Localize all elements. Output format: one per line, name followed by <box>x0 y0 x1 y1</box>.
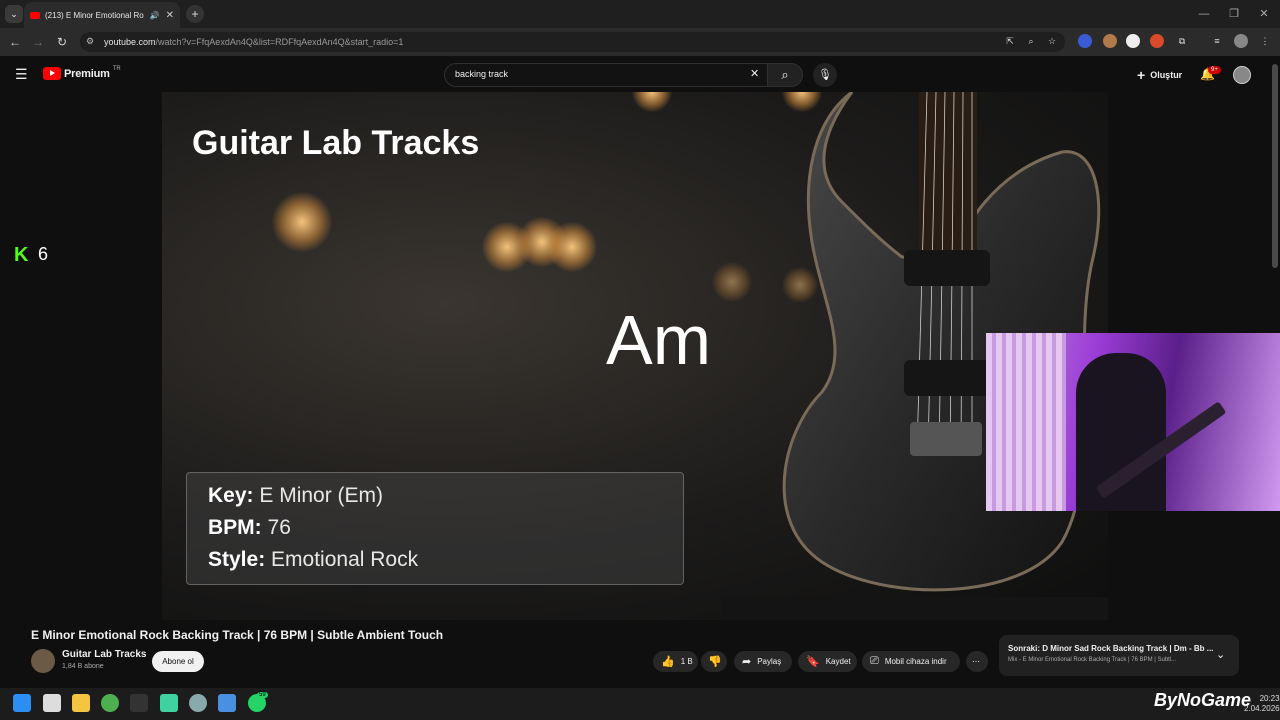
bookmark-icon: 🔖 <box>806 656 820 668</box>
download-button[interactable]: ⎚ Mobil cihaza indir <box>862 651 960 672</box>
clock-time: 20:23 <box>1259 694 1280 703</box>
share-button[interactable]: ➦ Paylaş <box>734 651 792 672</box>
forward-icon[interactable]: → <box>30 34 46 50</box>
bpm-label: BPM: <box>208 516 262 539</box>
video-title: E Minor Emotional Rock Backing Track | 7… <box>31 628 444 642</box>
speaker-icon[interactable]: 🔊 <box>150 11 160 20</box>
settings-gear-icon[interactable] <box>189 694 207 712</box>
share-icon: ➦ <box>742 656 752 668</box>
logo-text: Premium <box>64 67 110 80</box>
whatsapp-badge: 59 <box>257 692 268 698</box>
url-path: /watch?v=FfqAexdAn4Q&list=RDFfqAexdAn4Q&… <box>155 37 404 47</box>
region-code: TR <box>112 65 121 72</box>
style-value: Emotional Rock <box>271 548 419 571</box>
app-icon[interactable] <box>160 694 178 712</box>
chrome-icon[interactable] <box>101 694 119 712</box>
profile-avatar-icon[interactable] <box>1234 34 1248 48</box>
youtube-play-icon <box>43 67 61 80</box>
create-label: Oluştur <box>1150 70 1183 80</box>
youtube-logo[interactable]: Premium TR <box>43 65 121 80</box>
file-explorer-icon[interactable] <box>72 694 90 712</box>
webcam-overlay <box>986 333 1280 511</box>
account-avatar[interactable] <box>1233 66 1251 84</box>
close-window-icon[interactable]: ✕ <box>1248 0 1280 28</box>
voice-search-mic-icon[interactable]: 🎙 <box>813 63 837 87</box>
streamer-figure <box>1076 353 1166 511</box>
dislike-button[interactable]: 👎 <box>701 651 727 672</box>
key-value: E Minor (Em) <box>259 484 384 507</box>
bookmark-star-icon[interactable]: ☆ <box>1045 34 1059 48</box>
create-button[interactable]: + Oluştur <box>1137 67 1182 83</box>
channel-avatar[interactable] <box>31 649 55 673</box>
extensions-puzzle-icon[interactable]: ⧉ <box>1175 34 1189 48</box>
hamburger-menu-icon[interactable]: ☰ <box>15 66 28 83</box>
youtube-favicon-icon <box>30 11 40 19</box>
thumbs-down-icon: 👎 <box>708 656 722 668</box>
browser-tab-active[interactable]: (213) E Minor Emotional Ro 🔊 ✕ <box>24 2 180 28</box>
video-overlay-title: Guitar Lab Tracks <box>192 124 480 162</box>
clock-date: 2.04.2026 <box>1244 704 1280 713</box>
tab-title: (213) E Minor Emotional Ro <box>45 10 144 20</box>
current-chord: Am <box>606 301 711 379</box>
kick-logo-icon: K <box>14 244 29 266</box>
url-text[interactable]: youtube.com/watch?v=FfqAexdAn4Q&list=RDF… <box>104 37 403 47</box>
translate-extension-icon[interactable] <box>1078 34 1092 48</box>
clear-search-icon[interactable]: ✕ <box>750 67 759 80</box>
like-count: 1 B <box>680 657 693 666</box>
chevron-down-icon[interactable]: ⌄ <box>1216 648 1225 661</box>
channel-name[interactable]: Guitar Lab Tracks <box>62 649 146 660</box>
search-icon: ⌕ <box>781 67 789 82</box>
back-icon[interactable]: ← <box>7 34 23 50</box>
tab-close-icon[interactable]: ✕ <box>166 10 174 21</box>
bpm-line: BPM: 76 <box>208 516 291 540</box>
photos-icon[interactable] <box>218 694 236 712</box>
audio-app-icon[interactable] <box>130 694 148 712</box>
task-view-icon[interactable] <box>43 694 61 712</box>
maximize-icon[interactable]: ❐ <box>1218 0 1250 28</box>
install-app-icon[interactable]: ⇱ <box>1003 34 1017 48</box>
style-line: Style: Emotional Rock <box>208 548 418 572</box>
minimize-icon[interactable]: — <box>1188 0 1220 28</box>
search-query[interactable]: backing track <box>455 69 508 79</box>
key-label: Key: <box>208 484 254 507</box>
search-button[interactable]: ⌕ <box>767 63 803 87</box>
curtain <box>986 333 1066 511</box>
extension-icon[interactable] <box>1103 34 1117 48</box>
download-label: Mobil cihaza indir <box>884 657 947 666</box>
save-label: Kaydet <box>825 657 851 666</box>
extension-icon[interactable] <box>1150 34 1164 48</box>
subscriber-count: 1,84 B abone <box>62 663 104 670</box>
thumbs-up-icon: 👍 <box>661 656 675 668</box>
bynogame-watermark: ByNoGame <box>1154 690 1252 710</box>
download-device-icon: ⎚ <box>870 655 879 667</box>
notification-badge: 9+ <box>1208 66 1221 74</box>
site-info-icon[interactable]: ⚙ <box>86 36 94 47</box>
key-line: Key: E Minor (Em) <box>208 484 383 508</box>
like-button[interactable]: 👍 1 B <box>653 651 698 672</box>
up-next-card[interactable] <box>999 635 1239 676</box>
subscribe-button[interactable]: Abone ol <box>152 651 204 672</box>
bpm-value: 76 <box>267 516 291 539</box>
extension-icon[interactable] <box>1126 34 1140 48</box>
kick-viewer-count: 6 <box>38 244 49 264</box>
plus-icon: + <box>1137 67 1146 83</box>
browser-menu-icon[interactable]: ⋮ <box>1258 34 1272 48</box>
style-label: Style: <box>208 548 266 571</box>
reload-icon[interactable]: ↻ <box>54 34 70 50</box>
tab-search-chevron-icon[interactable]: ⌄ <box>5 5 23 23</box>
system-clock[interactable]: 20:23 2.04.2026 <box>1244 694 1280 714</box>
page-scrollbar[interactable] <box>1272 64 1278 268</box>
windows-start-icon[interactable] <box>13 694 31 712</box>
share-label: Paylaş <box>757 657 782 666</box>
more-actions-button[interactable]: ⋯ <box>966 651 988 672</box>
up-next-title: Sonraki: D Minor Sad Rock Backing Track … <box>1008 644 1214 653</box>
up-next-subtitle: Mix - E Minor Emotional Rock Backing Tra… <box>1008 657 1177 663</box>
reading-list-icon[interactable]: ≡ <box>1210 34 1224 48</box>
more-horizontal-icon: ⋯ <box>972 657 980 666</box>
zoom-icon[interactable]: ⌕ <box>1024 34 1038 48</box>
url-host: youtube.com <box>104 37 156 47</box>
save-button[interactable]: 🔖 Kaydet <box>798 651 857 672</box>
new-tab-button[interactable]: + <box>186 5 204 23</box>
